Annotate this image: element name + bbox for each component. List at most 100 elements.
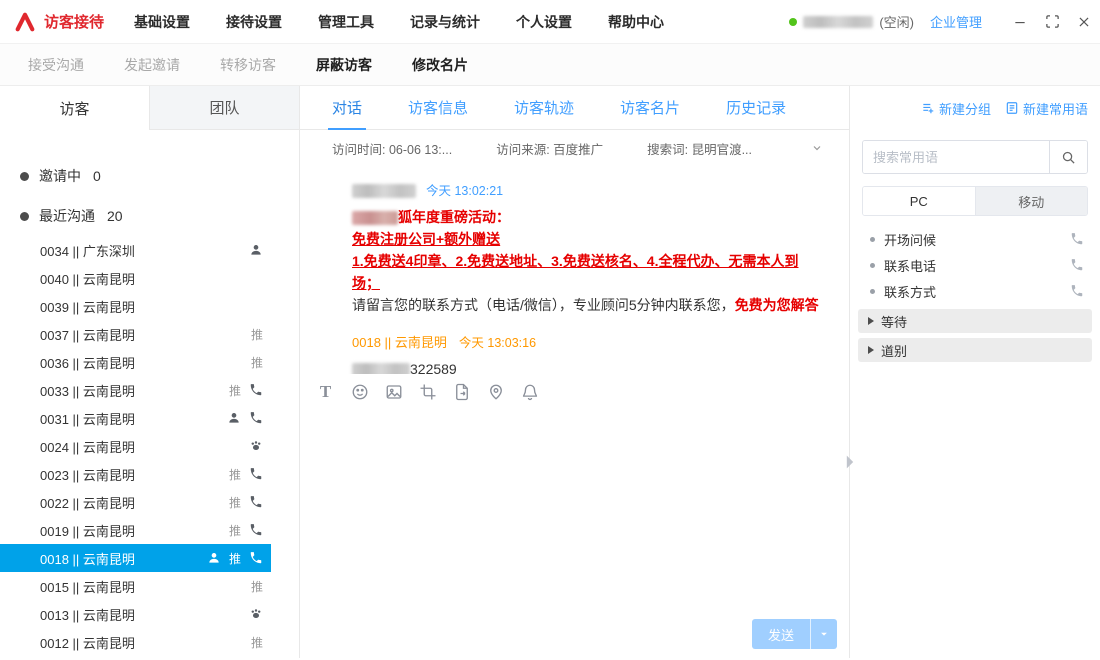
left-tabs: 访客 团队 [0,86,299,130]
edit-card-button[interactable]: 修改名片 [412,55,468,75]
visitor-row[interactable]: 0034 || 广东深圳 [0,236,271,264]
send-button-group: 发送 [752,619,837,649]
visitor-label: 0039 || 云南昆明 [40,297,263,316]
nav-management-tools[interactable]: 管理工具 [318,12,374,32]
close-button[interactable] [1068,6,1100,38]
tab-visitor-card[interactable]: 访客名片 [620,86,680,129]
new-group-link[interactable]: 新建分组 [921,99,991,118]
push-badge: 推 [251,354,263,371]
tab-mobile[interactable]: 移动 [975,187,1088,215]
send-file-icon[interactable] [452,383,471,402]
image-icon[interactable] [384,383,403,402]
push-badge: 推 [229,382,241,399]
quick-send-phone-icon[interactable] [1070,232,1084,246]
message-header: 今天 13:02:21 [352,180,819,202]
alarm-icon[interactable] [520,383,539,402]
quick-send-phone-icon[interactable] [1070,284,1084,298]
visit-source: 访问来源: 百度推广 [496,139,603,158]
visitor-row-selected[interactable]: 0018 || 云南昆明 推 [0,544,271,572]
message-header: 0018 || 云南昆明 今天 13:03:16 [352,332,819,354]
chat-history: 今天 13:02:21 狐年度重磅活动： 免费注册公司+额外赠送 1.免费送4印… [300,166,849,374]
chevron-down-icon[interactable] [811,142,823,154]
composer-toolbar: T [300,374,849,410]
new-phrase-link[interactable]: 新建常用语 [1005,99,1088,118]
visitor-label: 0015 || 云南昆明 [40,577,243,596]
phone-icon [249,383,263,397]
send-invite-button[interactable]: 发起邀请 [124,55,180,75]
promo-line: 免费为您解答 [735,297,819,313]
message-input[interactable] [300,410,849,610]
visitor-label: 0024 || 云南昆明 [40,437,241,456]
nav-personal-settings[interactable]: 个人设置 [516,12,572,32]
send-options-caret[interactable] [810,619,837,649]
phrase-group-farewell[interactable]: 道别 [858,338,1092,362]
nav-help-center[interactable]: 帮助中心 [608,12,664,32]
visitor-row[interactable]: 0019 || 云南昆明 推 [0,516,271,544]
maximize-button[interactable] [1036,6,1068,38]
send-button[interactable]: 发送 [752,619,810,649]
accept-chat-button[interactable]: 接受沟通 [28,55,84,75]
transfer-visitor-button[interactable]: 转移访客 [220,55,276,75]
nav-records-stats[interactable]: 记录与统计 [410,12,480,32]
visitor-label: 0034 || 广东深圳 [40,241,241,260]
visitor-row[interactable]: 0031 || 云南昆明 [0,404,271,432]
tab-history[interactable]: 历史记录 [726,86,786,129]
font-style-icon[interactable]: T [316,383,335,402]
visitor-row[interactable]: 0039 || 云南昆明 [0,292,271,320]
push-badge: 推 [229,494,241,511]
tab-visitors[interactable]: 访客 [0,86,149,130]
block-visitor-button[interactable]: 屏蔽访客 [316,55,372,75]
category-label: 最近沟通 [39,206,95,226]
visitor-row[interactable]: 0012 || 云南昆明 推 [0,628,271,656]
online-status-icon [789,18,797,26]
message-text: 请留言您的联系方式（电话/微信），专业顾问5分钟内联系您， [352,297,735,313]
tab-pc[interactable]: PC [863,187,975,215]
main-area: 访客 团队 邀请中 0 最近沟通 20 0034 || 广东深圳 0040 ||… [0,86,1100,658]
nav-reception-settings[interactable]: 接待设置 [226,12,282,32]
status-text: (空闲) [879,12,914,31]
visitor-row[interactable]: 0037 || 云南昆明 推 [0,320,271,348]
phrase-item[interactable]: 开场问候 [850,226,1100,252]
nav-basic-settings[interactable]: 基础设置 [134,12,190,32]
phrase-item[interactable]: 联系方式 [850,278,1100,304]
emoji-icon[interactable] [350,383,369,402]
tab-team[interactable]: 团队 [149,86,299,130]
enterprise-manage-link[interactable]: 企业管理 [930,12,982,31]
tab-visitor-info[interactable]: 访客信息 [408,86,468,129]
quick-send-phone-icon[interactable] [1070,258,1084,272]
phrase-search-input[interactable] [863,141,1049,173]
message-time: 今天 13:02:21 [426,180,503,202]
paw-icon [249,439,263,453]
panel-collapse-arrow-icon[interactable] [845,454,855,470]
app-title: 访客接待 [44,11,104,32]
screenshot-icon[interactable] [418,383,437,402]
person-icon [227,411,241,425]
new-group-icon [921,101,935,115]
category-count: 0 [93,168,101,184]
visitor-panel: 访客 团队 邀请中 0 最近沟通 20 0034 || 广东深圳 0040 ||… [0,86,300,658]
visitor-row[interactable]: 0022 || 云南昆明 推 [0,488,271,516]
visitor-row[interactable]: 0033 || 云南昆明 推 [0,376,271,404]
visitor-row[interactable]: 0023 || 云南昆明 推 [0,460,271,488]
phrase-group-waiting[interactable]: 等待 [858,309,1092,333]
tab-conversation[interactable]: 对话 [332,86,362,129]
visitor-list: 邀请中 0 最近沟通 20 0034 || 广东深圳 0040 || 云南昆明 … [0,130,299,658]
category-inviting[interactable]: 邀请中 0 [0,156,271,196]
agent-status[interactable]: (空闲) [789,12,914,31]
search-button[interactable] [1049,141,1087,173]
agent-name-redacted [803,16,873,28]
visitor-row[interactable]: 0036 || 云南昆明 推 [0,348,271,376]
collapsed-triangle-icon [868,317,874,325]
visitor-row[interactable]: 0013 || 云南昆明 [0,600,271,628]
category-recent[interactable]: 最近沟通 20 [0,196,271,236]
tab-visitor-track[interactable]: 访客轨迹 [514,86,574,129]
visitor-row[interactable]: 0040 || 云南昆明 [0,264,271,292]
person-icon [249,243,263,257]
app-logo-icon [14,11,36,33]
category-count: 20 [107,208,123,224]
visitor-row[interactable]: 0015 || 云南昆明 推 [0,572,271,600]
location-icon[interactable] [486,383,505,402]
minimize-button[interactable] [1004,6,1036,38]
phrase-item[interactable]: 联系电话 [850,252,1100,278]
visitor-row[interactable]: 0024 || 云南昆明 [0,432,271,460]
